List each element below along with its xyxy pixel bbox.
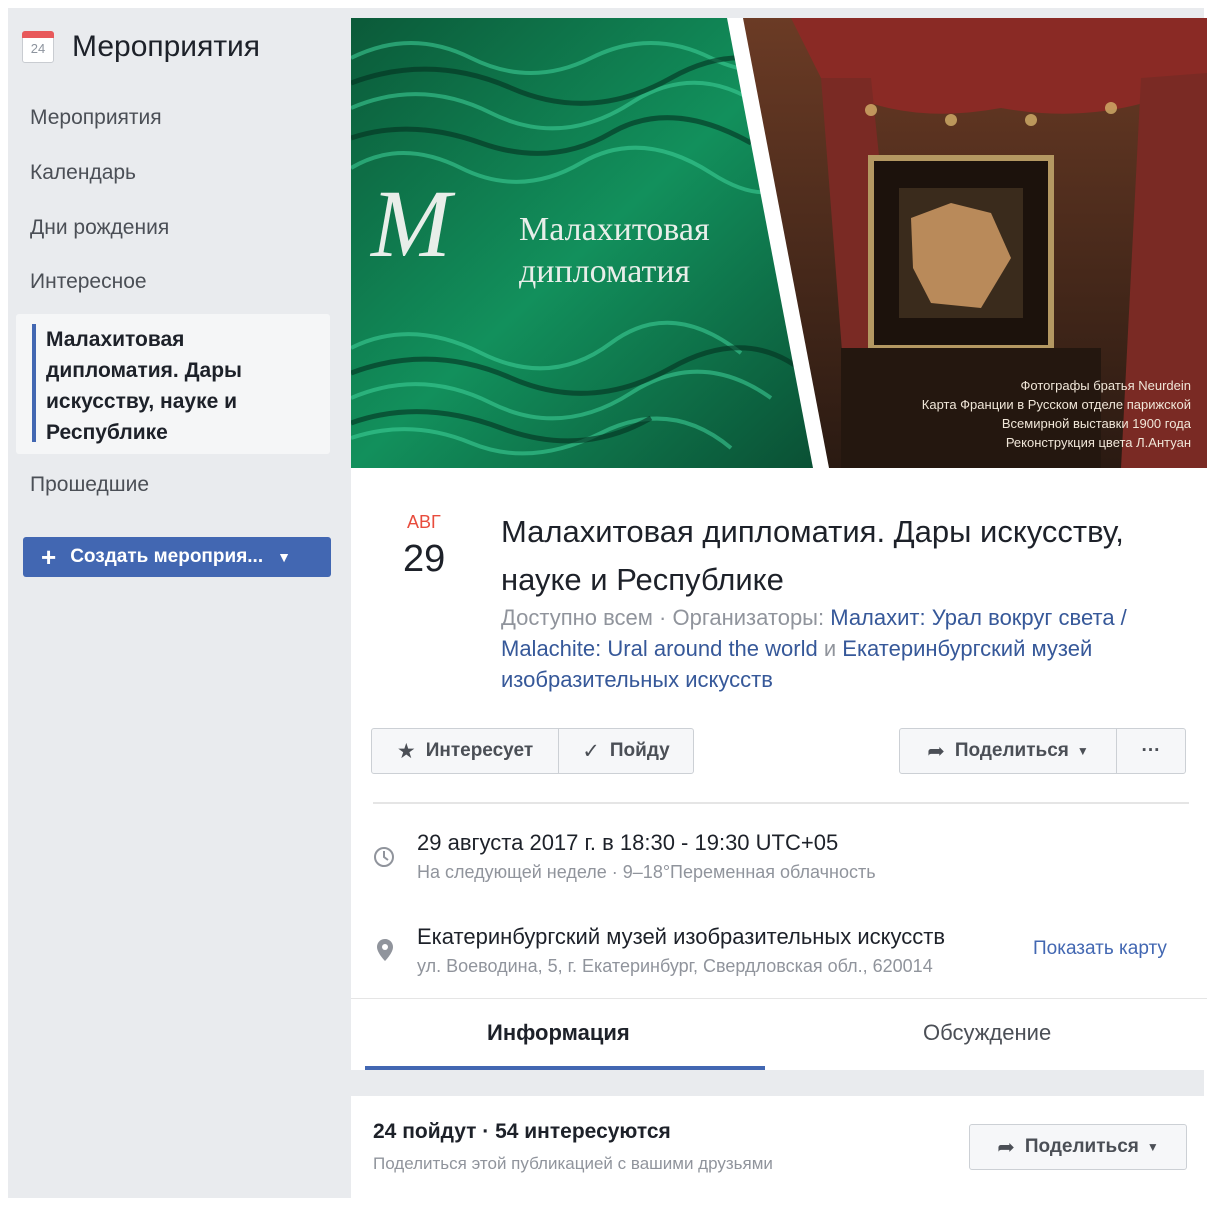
cover-title-initial: М [369,170,456,277]
cover-photo[interactable]: М Малахитовая дипломатия Фотографы брать… [351,18,1207,468]
active-tab-indicator [365,1066,765,1070]
event-date-month: АВГ [407,512,441,532]
event-address: ул. Воеводина, 5, г. Екатеринбург, Сверд… [417,956,933,976]
sidebar-item-current-event[interactable]: Малахитовая дипломатия. Дары искусству, … [16,314,330,454]
share-arrow-icon: ➦ [997,1135,1015,1159]
sidebar-item-past[interactable]: Прошедшие [30,473,149,497]
attendance-card: 24 пойдут · 54 интересуются Поделиться э… [351,1096,1207,1198]
show-map-link[interactable]: Показать карту [1033,938,1167,960]
event-card: М Малахитовая дипломатия Фотографы брать… [351,18,1207,1070]
going-label: Пойду [609,740,670,761]
interested-button[interactable]: ★ Интересует [371,728,559,774]
organizers-conjunction: и [823,636,837,661]
cover-title-line2: дипломатия [519,253,691,290]
tabs-divider [351,998,1207,999]
divider [373,802,1189,804]
organizers-prefix: · Организаторы: [659,605,825,630]
event-privacy: Доступно всем [501,605,653,630]
calendar-icon: 24 [22,31,54,63]
sidebar-item-calendar[interactable]: Календарь [30,161,136,185]
event-place[interactable]: Екатеринбургский музей изобразительных и… [417,924,945,950]
share-button-secondary[interactable]: ➦ Поделиться ▼ [969,1124,1187,1170]
going-button[interactable]: ✓ Пойду [558,728,694,774]
more-icon: ··· [1141,740,1161,761]
share-label: Поделиться [1024,1136,1139,1157]
tab-discussion[interactable]: Обсуждение [923,1020,1051,1046]
create-event-label: Создать мероприя... [70,546,264,567]
interested-label: Интересует [425,740,534,761]
chevron-down-icon: ▼ [277,549,291,565]
star-icon: ★ [396,739,416,763]
plus-icon: + [41,542,57,572]
chevron-down-icon: ▼ [1076,744,1089,758]
sidebar-item-current-event-label: Малахитовая дипломатия. Дары искусству, … [46,328,242,444]
share-button[interactable]: ➦ Поделиться ▼ [899,728,1117,774]
event-date-day: 29 [403,538,446,580]
sidebar-item-discover[interactable]: Интересное [30,270,147,294]
cover-caption-line: Фотографы братья Neurdein [1021,378,1191,393]
chevron-down-icon: ▼ [1146,1140,1159,1154]
cover-caption-line: Карта Франции в Русском отделе парижской [922,397,1191,412]
cover-caption-line: Реконструкция цвета Л.Антуан [1006,435,1191,450]
event-meta: Доступно всем · Организаторы: Малахит: У… [501,602,1181,695]
attendance-sub: Поделиться этой публикацией с вашими дру… [373,1154,773,1173]
create-event-button[interactable]: + Создать мероприя... ▼ [23,537,331,577]
share-label: Поделиться [954,740,1069,761]
sidebar-item-birthdays[interactable]: Дни рождения [30,216,169,240]
more-options-button[interactable]: ··· [1116,728,1186,774]
event-datetime-sub: На следующей неделе · 9–18°Переменная об… [417,862,876,882]
event-title: Малахитовая дипломатия. Дары искусству, … [501,514,1124,597]
share-arrow-icon: ➦ [927,739,945,763]
check-icon: ✓ [582,739,600,763]
calendar-icon-day: 24 [30,41,46,56]
attendance-summary[interactable]: 24 пойдут · 54 интересуются [373,1120,671,1144]
cover-title-line1: Малахитовая [519,211,710,248]
active-indicator [32,324,36,442]
cover-caption-line: Всемирной выставки 1900 года [1002,416,1192,431]
sidebar-header: 24 Мероприятия [22,30,260,64]
sidebar-item-events[interactable]: Мероприятия [30,106,162,130]
sidebar-title: Мероприятия [72,30,261,63]
clock-icon [373,846,395,873]
tab-info[interactable]: Информация [487,1020,630,1046]
event-datetime[interactable]: 29 августа 2017 г. в 18:30 - 19:30 UTC+0… [417,830,838,856]
location-pin-icon [376,938,394,967]
